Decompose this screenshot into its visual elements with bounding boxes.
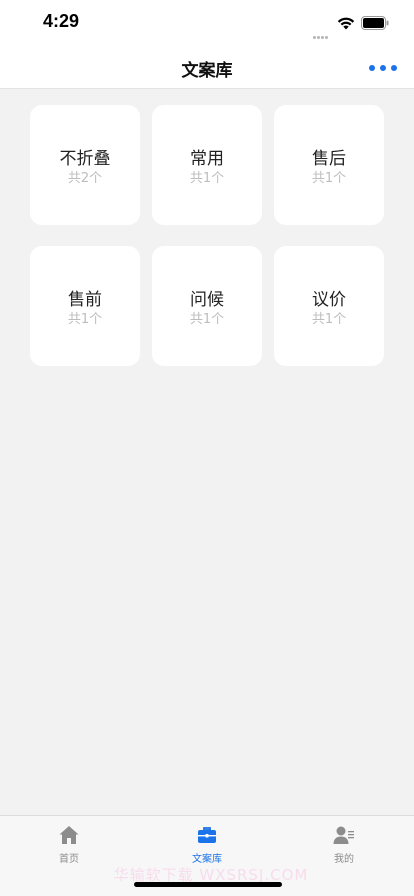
- signal-icon: [313, 24, 333, 39]
- category-title: 不折叠: [59, 149, 111, 169]
- tab-copy-library[interactable]: 文案库: [167, 824, 247, 865]
- category-count: 共1个: [311, 171, 347, 186]
- category-count: 共1个: [189, 312, 225, 327]
- tab-label: 我的: [334, 854, 354, 865]
- wifi-icon: [337, 17, 355, 30]
- briefcase-icon: [198, 827, 216, 843]
- category-title: 议价: [312, 290, 346, 310]
- category-title: 售前: [68, 290, 102, 310]
- home-indicator: [134, 882, 282, 887]
- category-count: 共1个: [189, 171, 225, 186]
- category-title: 售后: [312, 149, 346, 169]
- status-bar: 4:29: [0, 0, 414, 46]
- category-card[interactable]: 问候 共1个: [152, 246, 262, 366]
- battery-icon: [361, 16, 389, 30]
- tab-mine[interactable]: 我的: [304, 824, 384, 865]
- category-count: 共2个: [67, 171, 103, 186]
- navigation-bar: 文案库: [0, 46, 414, 89]
- category-card[interactable]: 售后 共1个: [274, 105, 384, 225]
- category-card[interactable]: 不折叠 共2个: [30, 105, 140, 225]
- tab-label: 文案库: [192, 854, 222, 865]
- more-dots-icon: [369, 65, 375, 71]
- more-options-button[interactable]: [369, 60, 397, 76]
- category-card[interactable]: 议价 共1个: [274, 246, 384, 366]
- category-title: 问候: [190, 290, 224, 310]
- category-count: 共1个: [67, 312, 103, 327]
- category-card[interactable]: 售前 共1个: [30, 246, 140, 366]
- tab-home[interactable]: 首页: [29, 824, 109, 865]
- page-title: 文案库: [181, 61, 233, 81]
- status-time: 4:29: [43, 11, 80, 31]
- profile-icon: [333, 826, 354, 844]
- category-card[interactable]: 常用 共1个: [152, 105, 262, 225]
- category-title: 常用: [190, 149, 224, 169]
- category-count: 共1个: [311, 312, 347, 327]
- home-icon: [59, 826, 79, 844]
- tab-label: 首页: [59, 854, 79, 865]
